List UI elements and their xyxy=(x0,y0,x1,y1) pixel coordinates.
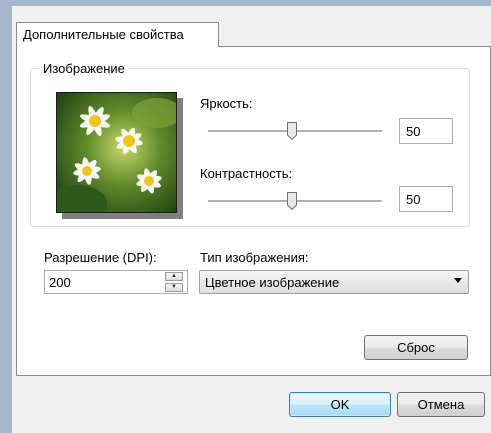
contrast-slider-thumb[interactable] xyxy=(287,192,297,210)
brightness-label: Яркость: xyxy=(200,96,253,111)
image-type-selected: Цветное изображение xyxy=(205,275,340,290)
chevron-down-icon xyxy=(454,278,462,283)
resolution-label: Разрешение (DPI): xyxy=(44,250,157,265)
brightness-slider-thumb[interactable] xyxy=(287,122,297,140)
brightness-value-field[interactable]: 50 xyxy=(399,118,453,144)
reset-button[interactable]: Сброс xyxy=(364,335,468,360)
contrast-value-field[interactable]: 50 xyxy=(399,186,453,212)
preview-image xyxy=(56,92,177,213)
contrast-label: Контрастность: xyxy=(200,166,293,181)
cancel-button[interactable]: Отмена xyxy=(397,392,485,417)
spin-down-icon[interactable]: ▼ xyxy=(165,283,183,292)
tab-advanced-properties[interactable]: Дополнительные свойства xyxy=(16,22,219,47)
image-type-select[interactable]: Цветное изображение xyxy=(199,270,469,294)
image-group-legend: Изображение xyxy=(40,62,128,76)
daisy-photo-icon xyxy=(57,93,176,212)
window-frame-left xyxy=(0,0,12,433)
spin-up-icon[interactable]: ▲ xyxy=(165,272,183,281)
image-type-label: Тип изображения: xyxy=(200,250,309,265)
ok-button[interactable]: OK xyxy=(289,392,391,417)
